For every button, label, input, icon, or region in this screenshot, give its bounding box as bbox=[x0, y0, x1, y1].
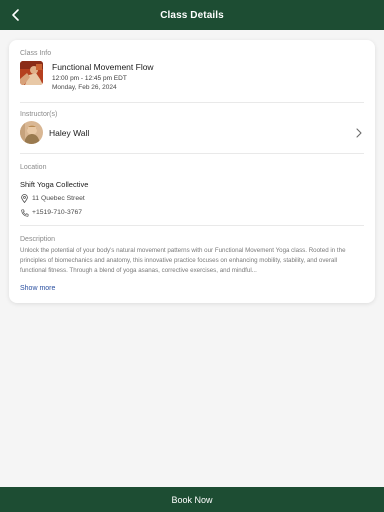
show-more-link[interactable]: Show more bbox=[20, 285, 55, 292]
class-time: 12:00 pm - 12:45 pm EDT bbox=[52, 75, 127, 82]
class-title: Functional Movement Flow bbox=[52, 62, 154, 72]
chevron-right-icon bbox=[354, 127, 364, 138]
class-thumbnail bbox=[20, 61, 43, 85]
description-section: Description Unlock the potential of your… bbox=[20, 226, 364, 295]
class-info-label: Class Info bbox=[20, 50, 52, 57]
top-app-bar: Class Details bbox=[0, 0, 384, 30]
class-summary: Functional Movement Flow 12:00 pm - 12:4… bbox=[20, 60, 364, 91]
class-info-section: Class Info Functional Movement Flow 12:0… bbox=[20, 40, 364, 102]
book-now-button[interactable]: Book Now bbox=[0, 487, 384, 512]
description-label: Description bbox=[20, 236, 56, 243]
class-date: Monday, Feb 26, 2024 bbox=[52, 84, 117, 91]
location-phone: +1519-710-3767 bbox=[32, 209, 83, 216]
chevron-left-icon bbox=[12, 9, 19, 21]
description-text: Unlock the potential of your body's natu… bbox=[20, 247, 346, 274]
location-address: 11 Quebec Street bbox=[32, 195, 85, 202]
location-address-row[interactable]: 11 Quebec Street bbox=[20, 194, 364, 203]
phone-icon bbox=[20, 208, 29, 217]
instructor-label: Instructor(s) bbox=[20, 111, 58, 118]
location-phone-row[interactable]: +1519-710-3767 bbox=[20, 208, 364, 217]
page-title: Class Details bbox=[160, 9, 224, 21]
back-button[interactable] bbox=[4, 3, 28, 27]
instructor-name: Haley Wall bbox=[49, 127, 90, 138]
class-details-card: Class Info Functional Movement Flow 12:0… bbox=[9, 40, 375, 303]
instructor-section: Instructor(s) Haley Wall bbox=[20, 103, 364, 153]
instructor-row[interactable]: Haley Wall bbox=[20, 121, 364, 144]
instructor-avatar bbox=[20, 121, 43, 144]
class-text: Functional Movement Flow 12:00 pm - 12:4… bbox=[52, 60, 154, 91]
location-name: Shift Yoga Collective bbox=[20, 180, 89, 189]
map-pin-icon bbox=[20, 194, 29, 203]
location-label: Location bbox=[20, 164, 47, 171]
location-section: Location Shift Yoga Collective 11 Quebec… bbox=[20, 154, 364, 225]
book-now-label: Book Now bbox=[171, 494, 213, 505]
